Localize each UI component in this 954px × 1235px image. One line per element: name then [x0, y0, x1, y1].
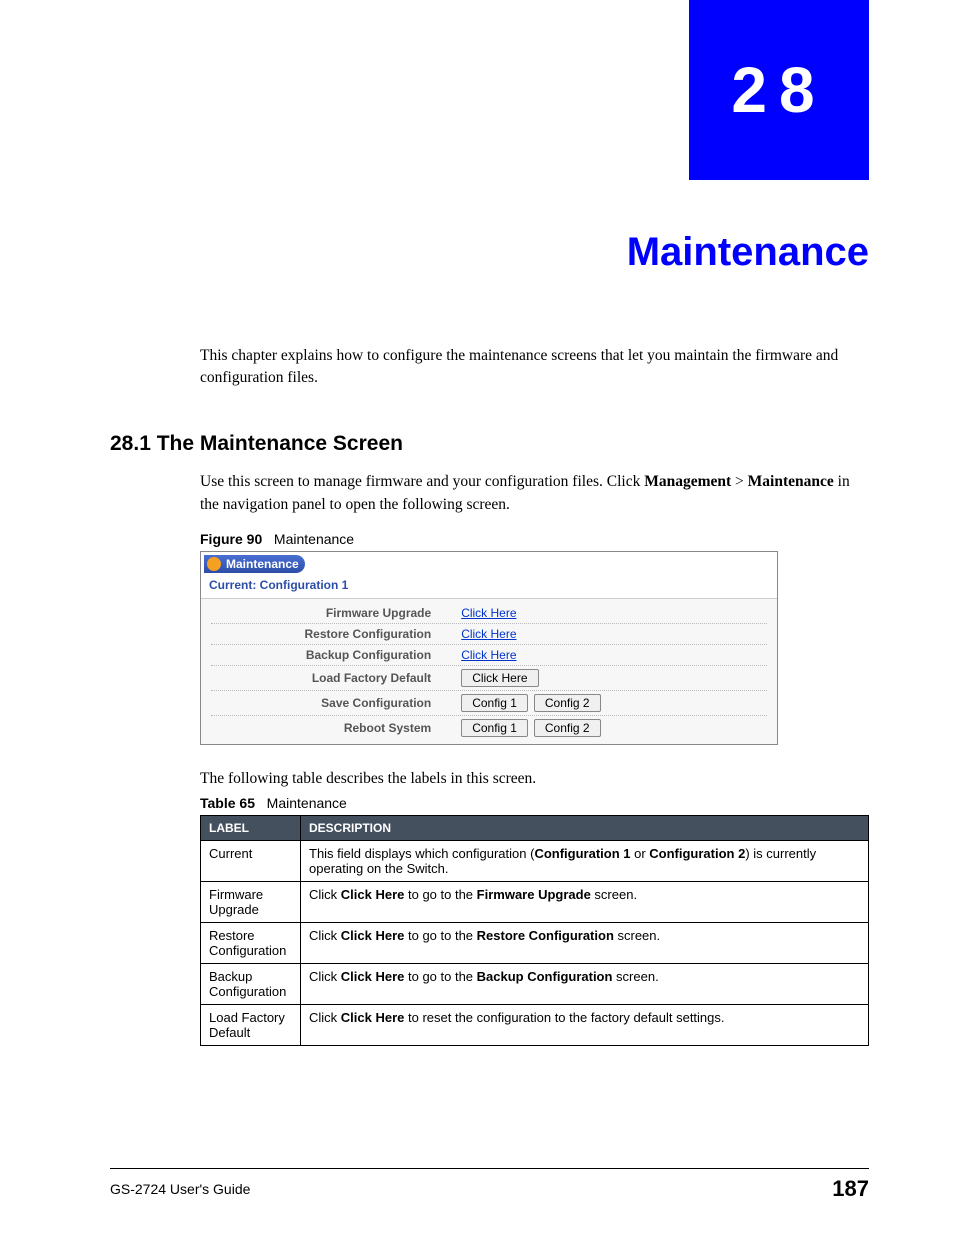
- post-figure-text: The following table describes the labels…: [200, 770, 869, 788]
- row-label: Restore Configuration: [211, 627, 461, 641]
- table-header-label: LABEL: [201, 816, 301, 841]
- current-config-label: Current: Configuration 1: [201, 576, 777, 598]
- click-here-link[interactable]: Click Here: [461, 627, 516, 641]
- action-button[interactable]: Config 1: [461, 719, 528, 737]
- table-header-description: DESCRIPTION: [301, 816, 869, 841]
- action-button[interactable]: Click Here: [461, 669, 538, 687]
- maintenance-row: Load Factory DefaultClick Here: [211, 666, 767, 691]
- maintenance-row: Reboot SystemConfig 1 Config 2: [211, 716, 767, 740]
- footer-title: GS-2724 User's Guide: [110, 1181, 250, 1197]
- table-row: Backup ConfigurationClick Click Here to …: [201, 964, 869, 1005]
- description-table: LABEL DESCRIPTION CurrentThis field disp…: [200, 815, 869, 1046]
- row-label: Backup Configuration: [211, 648, 461, 662]
- click-here-link[interactable]: Click Here: [461, 606, 516, 620]
- table-row: Restore ConfigurationClick Click Here to…: [201, 923, 869, 964]
- chapter-number-box: 28: [689, 0, 869, 180]
- table-cell-label: Load Factory Default: [201, 1005, 301, 1046]
- maintenance-row: Restore ConfigurationClick Here: [211, 624, 767, 645]
- table-cell-description: This field displays which configuration …: [301, 841, 869, 882]
- row-action: Click Here: [461, 627, 767, 641]
- action-button[interactable]: Config 1: [461, 694, 528, 712]
- chapter-title: Maintenance: [627, 230, 869, 275]
- row-label: Load Factory Default: [211, 671, 461, 685]
- table-cell-label: Firmware Upgrade: [201, 882, 301, 923]
- chapter-number: 28: [731, 53, 826, 127]
- action-button[interactable]: Config 2: [534, 694, 601, 712]
- row-action: Config 1 Config 2: [461, 719, 767, 737]
- table-row: Firmware UpgradeClick Click Here to go t…: [201, 882, 869, 923]
- section-heading: 28.1 The Maintenance Screen: [110, 432, 403, 456]
- footer-rule: [110, 1168, 869, 1169]
- row-action: Click Here: [461, 669, 767, 687]
- footer-page-number: 187: [832, 1176, 869, 1202]
- intro-paragraph: This chapter explains how to configure t…: [200, 345, 869, 388]
- panel-header: Maintenance: [204, 555, 305, 573]
- row-action: Click Here: [461, 606, 767, 620]
- action-button[interactable]: Config 2: [534, 719, 601, 737]
- table-row: Load Factory DefaultClick Click Here to …: [201, 1005, 869, 1046]
- row-label: Save Configuration: [211, 696, 461, 710]
- maintenance-options-table: Firmware UpgradeClick HereRestore Config…: [201, 598, 777, 744]
- row-action: Click Here: [461, 648, 767, 662]
- table-cell-description: Click Click Here to go to the Restore Co…: [301, 923, 869, 964]
- maintenance-row: Firmware UpgradeClick Here: [211, 603, 767, 624]
- maintenance-row: Backup ConfigurationClick Here: [211, 645, 767, 666]
- maintenance-row: Save ConfigurationConfig 1 Config 2: [211, 691, 767, 716]
- row-action: Config 1 Config 2: [461, 694, 767, 712]
- click-here-link[interactable]: Click Here: [461, 648, 516, 662]
- section-body: Use this screen to manage firmware and y…: [200, 470, 869, 517]
- table-caption: Table 65 Maintenance: [200, 795, 347, 811]
- row-label: Reboot System: [211, 721, 461, 735]
- table-cell-label: Current: [201, 841, 301, 882]
- table-cell-description: Click Click Here to reset the configurat…: [301, 1005, 869, 1046]
- row-label: Firmware Upgrade: [211, 606, 461, 620]
- maintenance-panel: Maintenance Current: Configuration 1 Fir…: [200, 551, 778, 745]
- table-cell-description: Click Click Here to go to the Backup Con…: [301, 964, 869, 1005]
- table-cell-description: Click Click Here to go to the Firmware U…: [301, 882, 869, 923]
- figure-caption: Figure 90 Maintenance: [200, 531, 354, 547]
- table-cell-label: Restore Configuration: [201, 923, 301, 964]
- table-cell-label: Backup Configuration: [201, 964, 301, 1005]
- table-row: CurrentThis field displays which configu…: [201, 841, 869, 882]
